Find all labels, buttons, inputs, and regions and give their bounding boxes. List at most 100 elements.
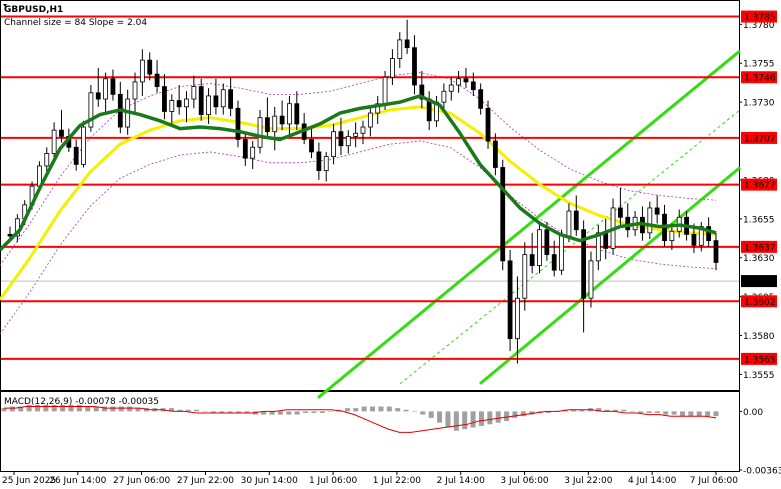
candle-body xyxy=(73,146,79,165)
candle-body xyxy=(132,81,138,100)
macd-bar xyxy=(520,411,526,417)
macd-bar xyxy=(696,411,702,417)
candle-body xyxy=(242,139,248,159)
candle-body xyxy=(191,86,197,100)
price-tick-label: 1.3630 xyxy=(743,254,775,264)
candle-body xyxy=(691,233,697,246)
macd-bar xyxy=(470,411,476,428)
time-tick-label: 26 Jun 14:00 xyxy=(49,476,106,486)
time-tick-label: 25 Jun 2025 xyxy=(2,476,56,486)
macd-tick-label: 0.00 xyxy=(743,408,763,418)
candle-body xyxy=(537,229,542,266)
candle-body xyxy=(515,297,520,340)
candle-body xyxy=(529,254,535,266)
price-tick-label: 1.3730 xyxy=(743,99,775,109)
price-tick-label: 1.3755 xyxy=(743,60,775,70)
candle-body xyxy=(95,92,101,100)
candle xyxy=(81,120,86,168)
macd-bar xyxy=(194,409,200,412)
time-tick-label: 7 Jul 06:00 xyxy=(690,476,739,486)
candle-body xyxy=(478,89,484,109)
candle-body xyxy=(441,90,447,103)
candle-body xyxy=(316,151,322,172)
level-tag-label: 1.3707 xyxy=(744,134,776,144)
level-tag-label: 1.3637 xyxy=(744,243,776,253)
current-price-label: 1.3615 xyxy=(744,278,776,288)
candle-body xyxy=(323,156,329,172)
macd-bar xyxy=(294,411,300,415)
macd-bar xyxy=(688,411,694,417)
candle-body xyxy=(235,107,241,140)
macd-bar xyxy=(286,411,292,415)
macd-bar xyxy=(629,411,635,412)
candle-body xyxy=(412,47,417,86)
candle-body xyxy=(147,59,153,75)
candle xyxy=(500,159,506,271)
candle-body xyxy=(103,78,109,100)
macd-bar xyxy=(646,411,652,413)
macd-bar xyxy=(118,406,124,412)
candle-body xyxy=(206,95,211,115)
candle-body xyxy=(448,84,454,92)
channel-info-label: Channel size = 84 Slope = 2.04 xyxy=(4,18,147,28)
level-tag-label: 1.3677 xyxy=(744,181,776,191)
macd-bar xyxy=(370,406,376,412)
time-tick-label: 1 Jul 22:00 xyxy=(373,476,422,486)
time-tick-label: 30 Jun 14:00 xyxy=(241,476,298,486)
candle-body xyxy=(257,117,263,148)
candle xyxy=(507,249,513,352)
level-tag-label: 1.3785 xyxy=(744,13,776,23)
macd-bar xyxy=(478,411,484,426)
macd-bar xyxy=(110,406,116,412)
candle-body xyxy=(51,129,57,154)
macd-bar xyxy=(663,411,669,415)
time-tick-label: 3 Jul 06:00 xyxy=(500,476,549,486)
level-tag-label: 1.3565 xyxy=(744,355,776,365)
macd-bar xyxy=(202,411,208,412)
level-tag-label: 1.3602 xyxy=(744,298,776,308)
macd-bar xyxy=(328,411,334,412)
macd-bar xyxy=(495,411,501,423)
candle-body xyxy=(360,126,366,134)
price-tick-label: 1.3655 xyxy=(743,215,775,225)
time-axis: 25 Jun 202526 Jun 14:00 27 Jun 06:00 27 Ju… xyxy=(2,471,738,486)
candle-body xyxy=(213,95,219,108)
candle-body xyxy=(559,235,564,271)
candle-body xyxy=(294,103,300,125)
macd-bar xyxy=(437,411,443,423)
macd-bar xyxy=(353,408,359,412)
macd-bar xyxy=(319,411,325,413)
macd-bar xyxy=(462,411,468,430)
macd-bar xyxy=(344,408,350,412)
candle-body xyxy=(59,129,64,137)
macd-bar xyxy=(127,406,133,412)
candle-body xyxy=(507,260,513,340)
candle-body xyxy=(617,207,623,218)
macd-bar xyxy=(403,409,409,412)
candle-body xyxy=(162,86,167,112)
macd-bar xyxy=(654,411,660,413)
candle-body xyxy=(250,146,256,159)
macd-bar xyxy=(512,411,518,418)
candle-body xyxy=(338,131,344,147)
candle-body xyxy=(287,103,292,125)
macd-tick-label: -0.00363 xyxy=(743,467,781,477)
time-tick-label: 27 Jun 22:00 xyxy=(177,476,234,486)
macd-label: MACD(12,26,9) -0.00078 -0.00035 xyxy=(4,397,159,407)
candle-body xyxy=(522,254,528,299)
candle-body xyxy=(456,78,462,86)
candle-body xyxy=(463,78,469,83)
candle-body xyxy=(353,132,359,137)
candle-body xyxy=(551,254,557,271)
macd-bar xyxy=(277,411,283,415)
candle-body xyxy=(81,126,86,165)
candle-body xyxy=(345,135,351,147)
candle-body xyxy=(367,112,373,128)
macd-bar xyxy=(453,411,459,431)
candle-body xyxy=(7,233,13,237)
candle-body xyxy=(184,98,189,108)
candle-body xyxy=(588,260,594,299)
time-tick-label: 3 Jul 22:00 xyxy=(564,476,613,486)
candle-body xyxy=(169,100,175,112)
macd-bar xyxy=(671,411,677,415)
